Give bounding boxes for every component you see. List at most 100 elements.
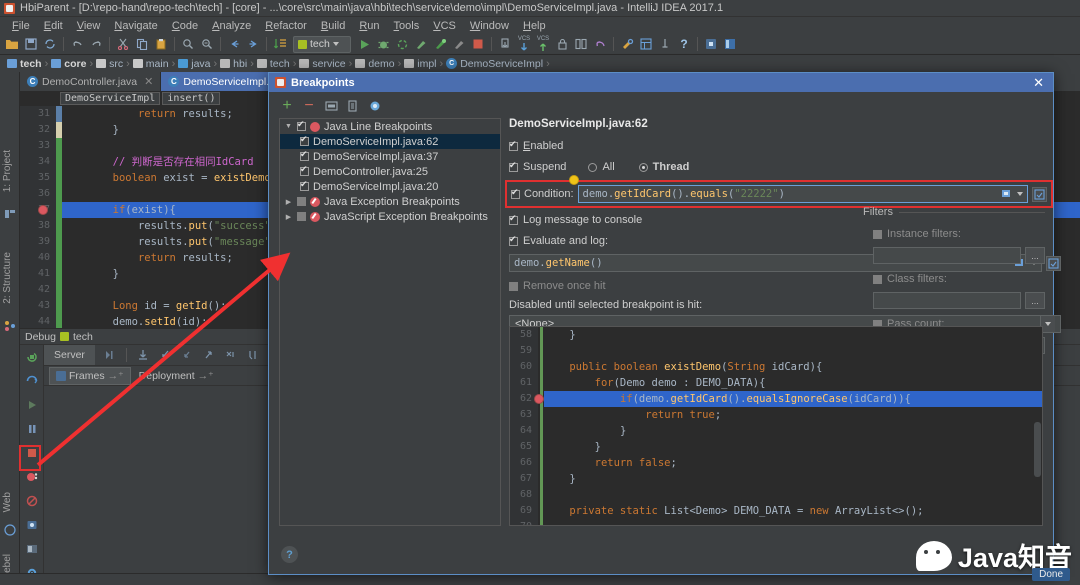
menu-view[interactable]: View	[70, 19, 108, 33]
vcs-commit-icon[interactable]: VCS	[534, 35, 552, 53]
run-icon[interactable]	[355, 35, 373, 53]
tree-node-checkbox[interactable]	[300, 179, 309, 191]
project-tool-icon[interactable]	[4, 208, 16, 220]
step-into-icon[interactable]	[156, 346, 174, 364]
run-dashboard-icon[interactable]	[431, 35, 449, 53]
drop-frame-icon[interactable]	[222, 346, 240, 364]
sync-icon[interactable]	[41, 35, 59, 53]
instance-filters-row[interactable]: Instance filters:	[873, 226, 1045, 242]
run-coverage-icon[interactable]	[393, 35, 411, 53]
breadcrumb-service[interactable]: service	[297, 58, 347, 70]
mute-breakpoints-icon[interactable]	[20, 489, 44, 513]
breadcrumb-src[interactable]: src	[94, 58, 125, 70]
breadcrumb-impl[interactable]: impl	[402, 58, 438, 70]
evaluate-and-log-checkbox[interactable]	[509, 234, 518, 246]
breakpoint-tree[interactable]: ▼ Java Line Breakpoints DemoServiceImpl.ja…	[279, 118, 501, 526]
help-icon[interactable]: ?	[281, 546, 298, 563]
menu-navigate[interactable]: Navigate	[107, 19, 164, 33]
close-icon[interactable]: ✕	[1030, 76, 1047, 89]
tree-node[interactable]: DemoServiceImpl.java:62	[280, 134, 500, 149]
log-message-checkbox[interactable]	[509, 213, 518, 225]
breadcrumb-java[interactable]: java	[176, 58, 212, 70]
stop-icon[interactable]	[469, 35, 487, 53]
instance-filters-checkbox[interactable]	[873, 229, 882, 239]
instance-filters-browse-button[interactable]: ...	[1025, 247, 1045, 264]
paste-icon[interactable]	[152, 35, 170, 53]
group-by-icon[interactable]	[323, 98, 339, 114]
editor-tab-democontroller-java[interactable]: C DemoController.java ✕	[20, 72, 162, 91]
breadcrumb-hbi[interactable]: hbi	[218, 58, 249, 70]
tab-server[interactable]: Server	[44, 345, 95, 365]
chevron-right-icon[interactable]: ▶	[284, 198, 293, 206]
sidebar-item-web[interactable]: Web	[2, 492, 13, 512]
attach-icon[interactable]	[450, 35, 468, 53]
sdk-icon[interactable]	[656, 35, 674, 53]
tree-node[interactable]: ▶ JavaScript Exception Breakpoints	[280, 209, 500, 224]
class-filters-row[interactable]: Class filters:	[873, 271, 1045, 287]
breakpoint-code-preview[interactable]: 585960616263646566676869707172 } public …	[509, 326, 1043, 526]
open-in-editor-icon[interactable]	[1032, 186, 1047, 202]
undo-icon[interactable]	[68, 35, 86, 53]
help-icon[interactable]: ?	[675, 35, 693, 53]
suspend-row[interactable]: Suspend All Thread	[509, 159, 1043, 175]
vcs-update-icon[interactable]: VCS	[515, 35, 533, 53]
breadcrumb-tech[interactable]: tech	[5, 58, 44, 70]
menu-run[interactable]: Run	[352, 19, 386, 33]
breadcrumb-tech[interactable]: tech	[255, 58, 292, 70]
condition-checkbox[interactable]	[511, 187, 520, 199]
menu-analyze[interactable]: Analyze	[205, 19, 258, 33]
force-step-into-icon[interactable]	[178, 346, 196, 364]
breadcrumb-main[interactable]: main	[131, 58, 171, 70]
layout-icon[interactable]	[20, 537, 44, 561]
breadcrumb-method[interactable]: insert()	[162, 92, 221, 105]
back-icon[interactable]	[225, 35, 243, 53]
save-all-icon[interactable]	[22, 35, 40, 53]
settings-icon[interactable]	[618, 35, 636, 53]
tree-node-checkbox[interactable]	[297, 197, 306, 206]
mute-breakpoints-icon[interactable]	[367, 98, 383, 114]
menu-tools[interactable]: Tools	[387, 19, 427, 33]
class-filters-input[interactable]	[873, 292, 1021, 309]
run-configuration-selector[interactable]: tech	[293, 35, 351, 53]
show-execution-point-icon[interactable]	[101, 346, 119, 364]
tree-node-checkbox[interactable]	[297, 119, 306, 131]
menu-file[interactable]: File	[5, 19, 37, 33]
condition-input[interactable]: demo.getIdCard().equals("22222")	[577, 185, 1028, 203]
tree-node[interactable]: DemoController.java:25	[280, 164, 500, 179]
open-folder-icon[interactable]	[3, 35, 21, 53]
sidebar-item-structure[interactable]: 2: Structure	[2, 252, 13, 304]
menu-refactor[interactable]: Refactor	[258, 19, 314, 33]
forward-icon[interactable]	[244, 35, 262, 53]
layout-icon[interactable]	[721, 35, 739, 53]
menu-help[interactable]: Help	[516, 19, 553, 33]
expand-editor-icon[interactable]	[1001, 187, 1014, 202]
breadcrumb-core[interactable]: core	[49, 58, 88, 70]
suspend-all-radio[interactable]	[588, 162, 598, 172]
tree-node[interactable]: DemoServiceImpl.java:37	[280, 149, 500, 164]
menu-build[interactable]: Build	[314, 19, 352, 33]
chevron-down-icon[interactable]: ▼	[284, 123, 293, 130]
update-project-icon[interactable]	[496, 35, 514, 53]
tree-node[interactable]: DemoServiceImpl.java:20	[280, 179, 500, 194]
instance-filters-input[interactable]	[873, 247, 1021, 264]
run-with-profiler-icon[interactable]	[412, 35, 430, 53]
find-replace-icon[interactable]	[198, 35, 216, 53]
add-breakpoint-icon[interactable]: +	[279, 98, 295, 114]
editor-gutter[interactable]: 313233343536373839404142434445464748	[20, 106, 56, 328]
tree-node-checkbox[interactable]	[300, 164, 309, 176]
remove-once-hit-checkbox[interactable]	[509, 281, 518, 291]
breadcrumb-demoserviceimpl[interactable]: C DemoServiceImpl	[444, 58, 545, 70]
sidebar-item-project[interactable]: 1: Project	[2, 150, 13, 192]
rollback-icon[interactable]	[591, 35, 609, 53]
debug-icon[interactable]	[374, 35, 392, 53]
restart-server-icon[interactable]	[20, 369, 44, 393]
rerun-icon[interactable]	[20, 345, 44, 369]
tab-deployment[interactable]: Deployment →⁺	[133, 367, 220, 385]
breadcrumb-demo[interactable]: demo	[353, 58, 396, 70]
pause-icon[interactable]	[20, 417, 44, 441]
breakpoint-marker-icon[interactable]	[38, 205, 48, 215]
cut-icon[interactable]	[114, 35, 132, 53]
close-icon[interactable]: ✕	[144, 75, 153, 88]
resume-icon[interactable]	[20, 393, 44, 417]
tree-node-checkbox[interactable]	[300, 134, 309, 146]
